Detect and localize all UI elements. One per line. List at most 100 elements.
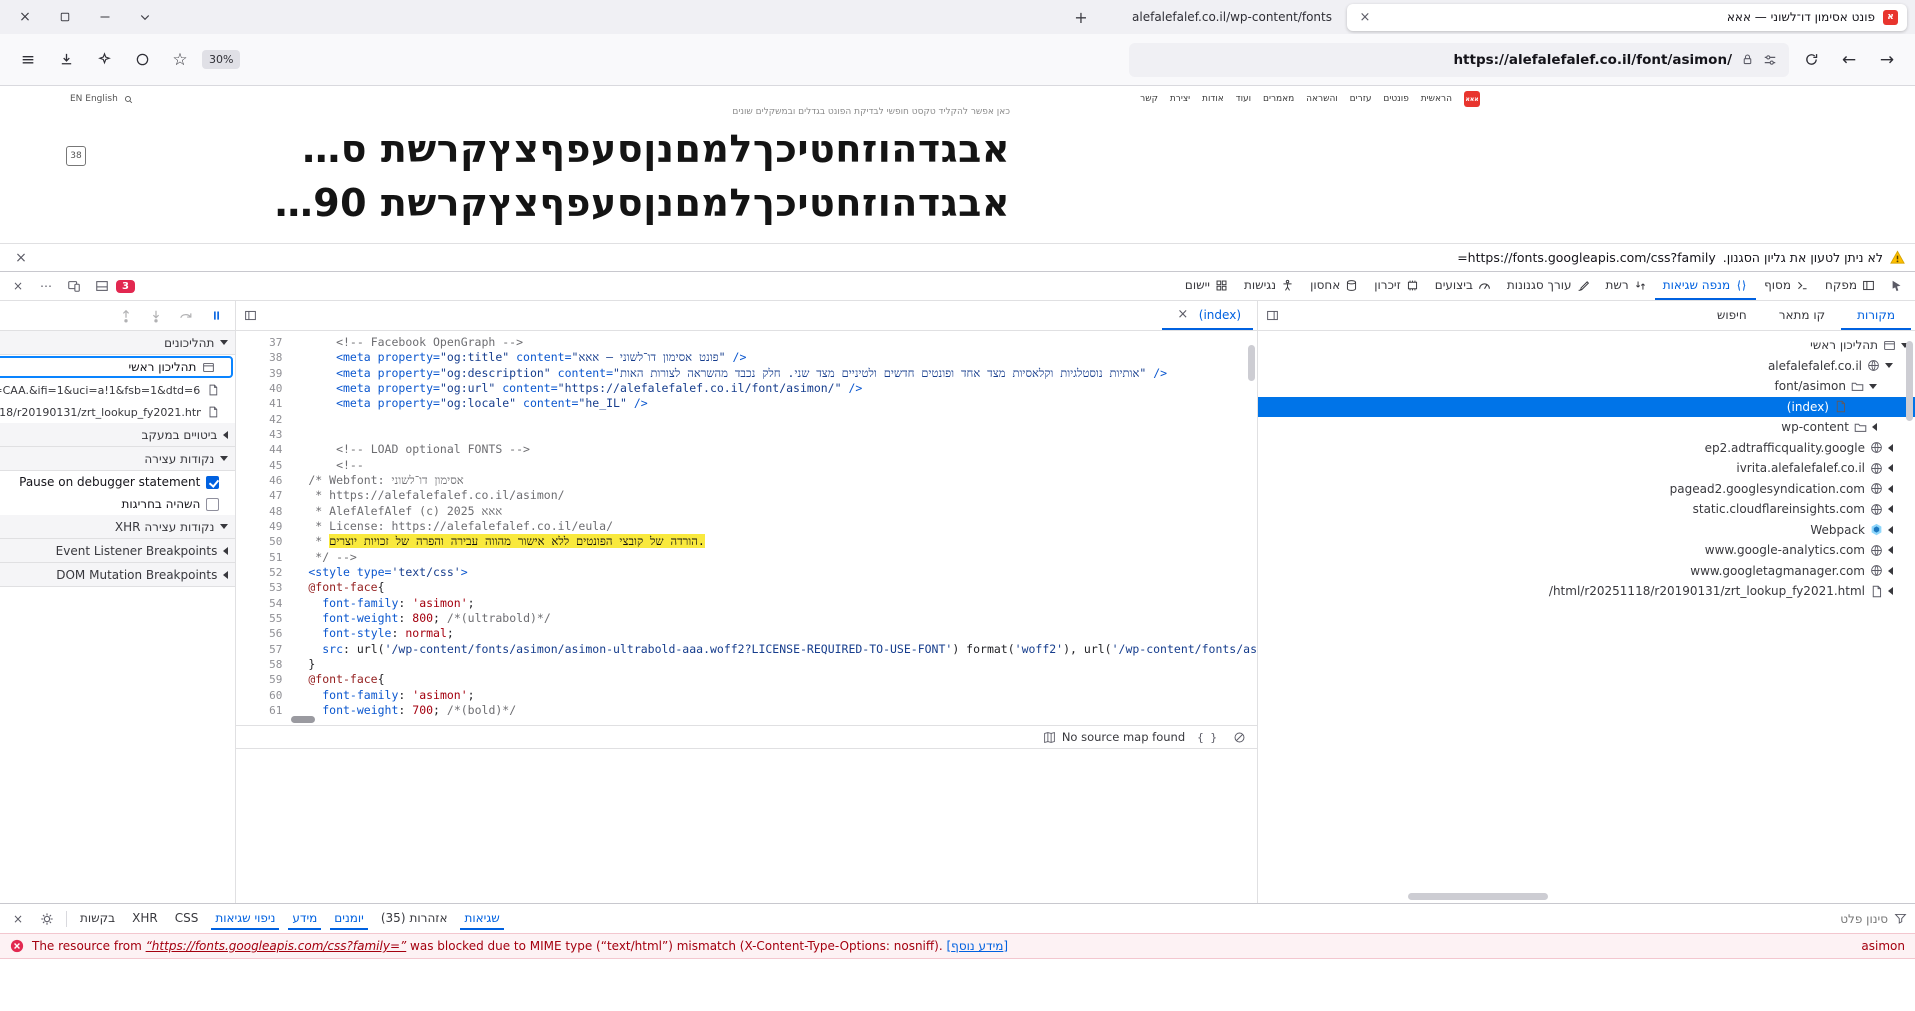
shield-extension-icon[interactable]: [126, 44, 158, 76]
url-text[interactable]: https://alefalefalef.co.il/font/asimon/: [1453, 52, 1732, 68]
line-number[interactable]: 43: [236, 427, 300, 442]
minimize-button[interactable]: [88, 4, 122, 30]
new-tab-button[interactable]: +: [1067, 4, 1095, 30]
twisty-expanded-icon[interactable]: [1869, 383, 1877, 389]
sparkle-extension-icon[interactable]: [88, 44, 120, 76]
code-line[interactable]: <style type='text/css'>: [300, 565, 467, 580]
line-number[interactable]: 48: [236, 504, 300, 519]
tab-close-icon[interactable]: ×: [1356, 10, 1374, 25]
menu-hamburger-icon[interactable]: ≡: [12, 44, 44, 76]
code-line[interactable]: <meta property="og:description" content=…: [300, 366, 1167, 381]
line-number[interactable]: 39: [236, 366, 300, 381]
tab-debugger[interactable]: מנפה שגיאות: [1654, 272, 1757, 300]
sources-horizontal-scrollbar[interactable]: [1408, 893, 1548, 900]
twisty-collapsed-icon[interactable]: [1888, 587, 1893, 596]
code-line-license-highlight[interactable]: * הורדה של קובצי הפונטים ללא אישור מהווה…: [300, 534, 705, 549]
twisty-collapsed-icon[interactable]: [1888, 505, 1893, 514]
filter-debug[interactable]: ניפוי שגיאות: [211, 908, 280, 930]
list-tabs-chevron-icon[interactable]: [128, 4, 162, 30]
tree-item-folder[interactable]: wp-content: [1258, 417, 1915, 438]
blackbox-source-icon[interactable]: [1229, 727, 1249, 747]
code-line[interactable]: <!-- LOAD optional FONTS -->: [300, 442, 530, 457]
collapse-sources-pane-icon[interactable]: [1262, 306, 1282, 326]
line-number[interactable]: 40: [236, 381, 300, 396]
line-number[interactable]: 49: [236, 519, 300, 534]
line-number[interactable]: 57: [236, 642, 300, 657]
tab-performance[interactable]: ביצועים: [1427, 272, 1499, 300]
filter-css[interactable]: CSS: [171, 908, 203, 930]
tab-secondary[interactable]: alefalefalef.co.il/wp-content/fonts: [1101, 4, 1341, 31]
tab-accessibility[interactable]: נגישות: [1236, 272, 1302, 300]
tab-inspector[interactable]: מפקח: [1817, 272, 1883, 300]
tree-item-folder[interactable]: font/asimon: [1258, 376, 1915, 397]
twisty-collapsed-icon[interactable]: [1888, 566, 1893, 575]
twisty-collapsed-icon[interactable]: [1872, 423, 1877, 432]
restore-window-button[interactable]: [48, 4, 82, 30]
devtools-menu-icon[interactable]: ⋯: [32, 272, 60, 300]
tree-item-domain[interactable]: www.google-analytics.com: [1258, 540, 1915, 561]
line-number[interactable]: 59: [236, 672, 300, 687]
tree-item-domain[interactable]: www.googletagmanager.com: [1258, 561, 1915, 582]
source-file-tab[interactable]: (index) ×: [1161, 301, 1253, 330]
event-listener-breakpoints-header[interactable]: Event Listener Breakpoints רישום: [0, 539, 236, 563]
thread-main[interactable]: תהליכון ראשי: [0, 356, 234, 378]
tab-style-editor[interactable]: עורך סגנונות: [1499, 272, 1598, 300]
line-number[interactable]: 38: [236, 350, 300, 365]
watch-expressions-header[interactable]: ביטויים במעקב ＋: [0, 423, 236, 447]
line-number[interactable]: 52: [236, 565, 300, 580]
twisty-collapsed-icon[interactable]: [1888, 443, 1893, 452]
filter-info[interactable]: מידע: [288, 908, 322, 930]
code-line[interactable]: <meta property="og:locale" content="he_I…: [300, 396, 648, 411]
tree-item-file[interactable]: /html/r20251118/r20190131/zrt_lookup_fy2…: [1258, 581, 1915, 602]
console-error-count-badge[interactable]: 3: [116, 279, 135, 293]
code-line[interactable]: font-weight: 700; /*(bold)*/: [300, 703, 516, 718]
tree-item-domain[interactable]: static.cloudflareinsights.com: [1258, 499, 1915, 520]
step-out-icon[interactable]: [111, 301, 141, 330]
code-editor[interactable]: 37 <!-- Facebook OpenGraph --> 38 <meta …: [236, 331, 1257, 725]
tab-outline[interactable]: קו מתאר: [1763, 301, 1841, 330]
tree-item-domain[interactable]: ivrita.alefalefalef.co.il: [1258, 458, 1915, 479]
code-line[interactable]: font-style: normal;: [300, 626, 454, 641]
clear-console-icon[interactable]: ×: [8, 909, 28, 929]
downloads-icon[interactable]: [50, 44, 82, 76]
line-number[interactable]: 50: [236, 534, 300, 549]
code-line[interactable]: src: url('/wp-content/fonts/asimon/asimo…: [300, 642, 1257, 657]
filter-xhr[interactable]: XHR: [128, 908, 162, 930]
step-in-icon[interactable]: [141, 301, 171, 330]
code-line[interactable]: <meta property="og:url" content="https:/…: [300, 381, 862, 396]
tree-item-domain[interactable]: pagead2.googlesyndication.com: [1258, 479, 1915, 500]
code-line[interactable]: /* Webfont: אסימון דו־לשוני: [300, 473, 463, 488]
bookmark-star-icon[interactable]: ☆: [164, 44, 196, 76]
filter-warnings[interactable]: אזהרות (35): [377, 908, 452, 930]
tab-sources[interactable]: מקורות: [1841, 301, 1911, 330]
close-devtools-icon[interactable]: ×: [4, 272, 32, 300]
console-settings-gear-icon[interactable]: [37, 909, 57, 929]
code-line[interactable]: font-weight: 800; /*(ultrabold)*/: [300, 611, 551, 626]
code-line[interactable]: <!-- Facebook OpenGraph -->: [300, 335, 523, 350]
tree-item-domain[interactable]: alefalefalef.co.il: [1258, 356, 1915, 377]
pause-on-exceptions-row[interactable]: השהיה בחריגות: [0, 493, 235, 515]
dom-mutation-breakpoints-header[interactable]: DOM Mutation Breakpoints: [0, 563, 236, 587]
code-line[interactable]: [300, 412, 308, 427]
twisty-expanded-icon[interactable]: [1885, 363, 1893, 369]
xhr-breakpoints-header[interactable]: נקודות עצירה XHR ＋: [0, 515, 236, 539]
code-line[interactable]: }: [300, 657, 315, 672]
tab-console[interactable]: מסוף: [1756, 272, 1817, 300]
url-bar[interactable]: https://alefalefalef.co.il/font/asimon/: [1129, 42, 1789, 77]
code-line[interactable]: * https://alefalefalef.co.il/asimon/: [300, 488, 564, 503]
line-number[interactable]: 45: [236, 458, 300, 473]
language-switcher[interactable]: EN English: [70, 94, 133, 104]
twisty-collapsed-icon[interactable]: [1888, 546, 1893, 555]
tab-storage[interactable]: אחסון: [1302, 272, 1366, 300]
tab-memory[interactable]: זיכרון: [1366, 272, 1427, 300]
threads-header[interactable]: תהליכונים: [0, 331, 236, 355]
code-line[interactable]: * AlefAlefAlef (c) 2025 אאא: [300, 504, 502, 519]
code-line[interactable]: font-family: 'asimon';: [300, 596, 474, 611]
error-source-link[interactable]: asimon: [1861, 939, 1905, 953]
line-number[interactable]: 51: [236, 550, 300, 565]
editor-vertical-scrollbar[interactable]: [1248, 345, 1255, 381]
site-logo[interactable]: אאא: [1464, 91, 1480, 107]
line-number[interactable]: 44: [236, 442, 300, 457]
split-console-icon[interactable]: [88, 272, 116, 300]
site-nav-links[interactable]: הראשית פונטים עזרים והשראה מאמרים ועוד א…: [1140, 94, 1452, 104]
